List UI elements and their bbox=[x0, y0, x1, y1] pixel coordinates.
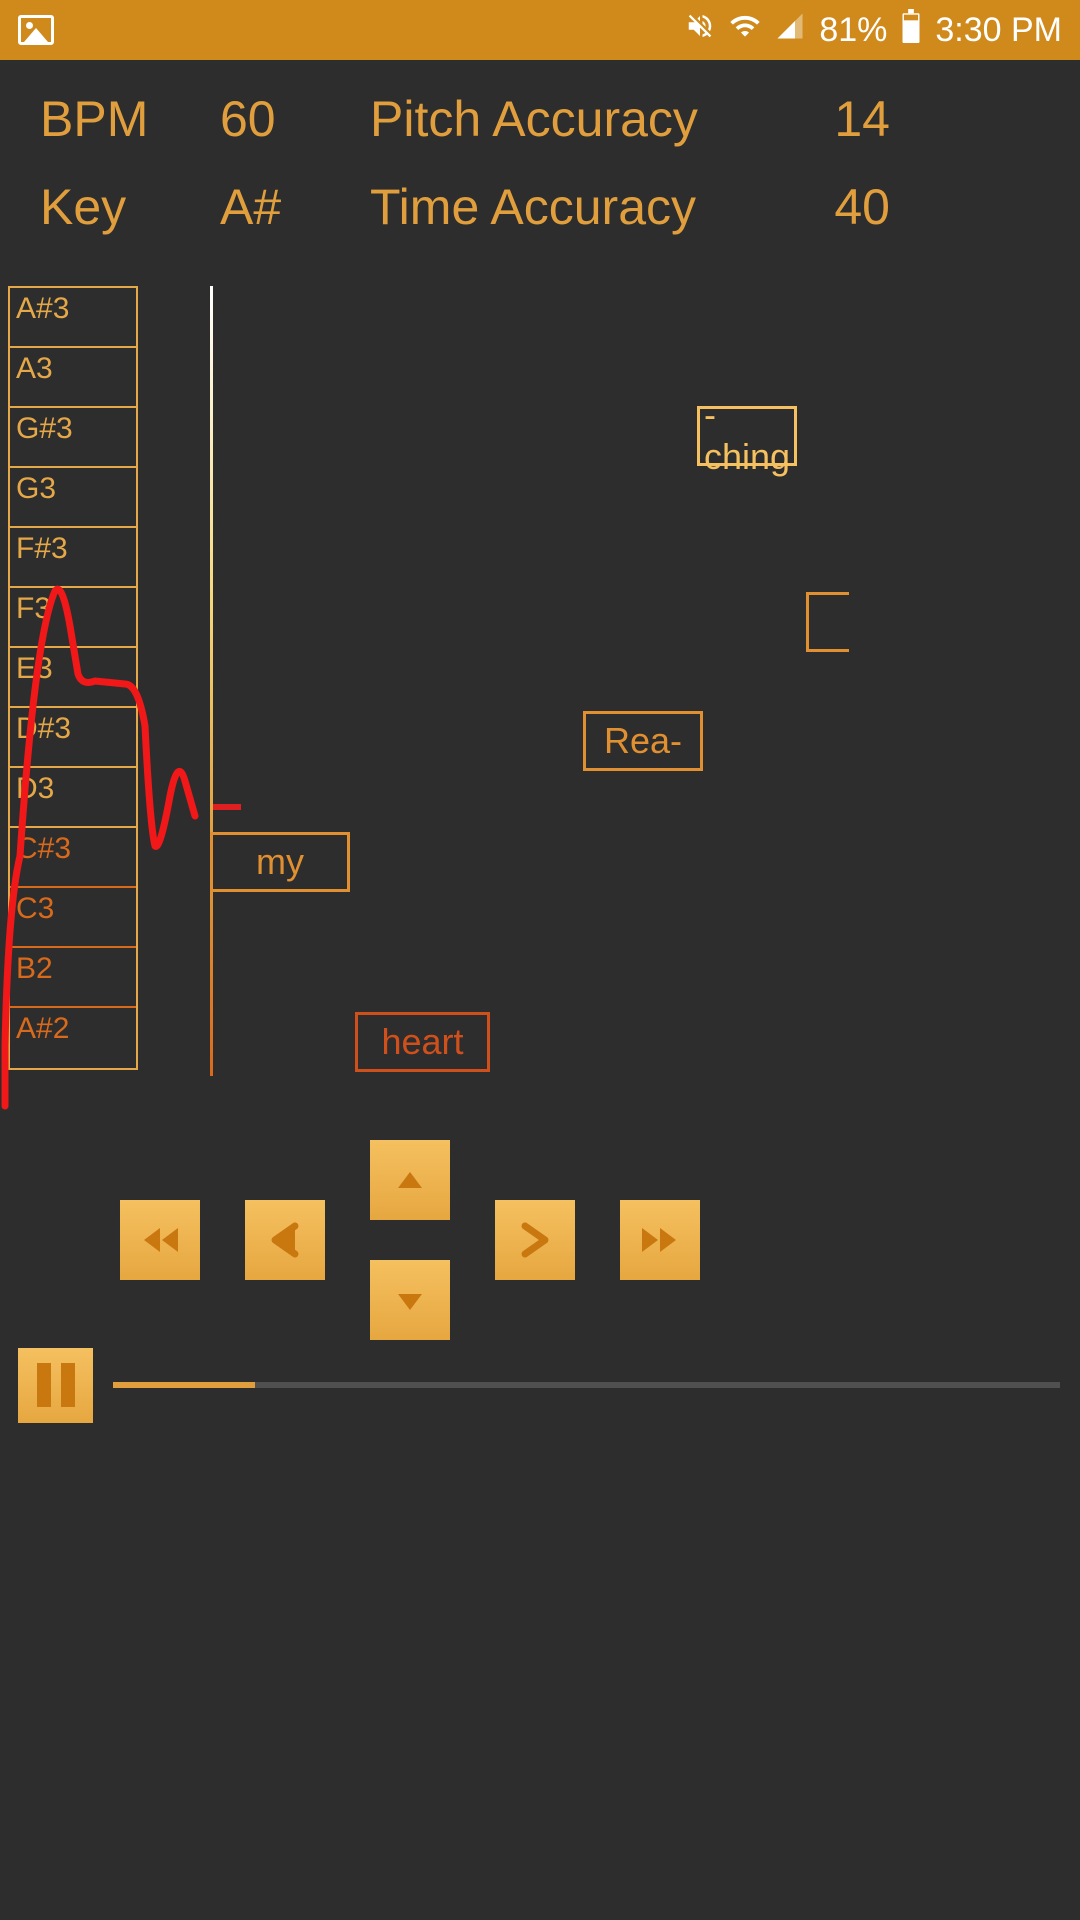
bpm-label: BPM bbox=[40, 90, 220, 148]
rewind-button[interactable] bbox=[120, 1200, 200, 1280]
mute-icon bbox=[685, 11, 715, 50]
lyric-box bbox=[806, 592, 849, 652]
note-cell: A#2 bbox=[10, 1008, 136, 1068]
next-button[interactable] bbox=[495, 1200, 575, 1280]
progress-slider[interactable] bbox=[113, 1382, 1060, 1388]
up-button[interactable] bbox=[370, 1140, 450, 1220]
signal-icon bbox=[775, 11, 805, 50]
status-bar: 81% 3:30 PM bbox=[0, 0, 1080, 60]
note-cell: C#3 bbox=[10, 828, 136, 888]
key-label: Key bbox=[40, 178, 220, 236]
clock-time: 3:30 PM bbox=[935, 11, 1062, 50]
playback-bar bbox=[0, 1345, 1080, 1425]
dpad-controls bbox=[0, 1140, 1080, 1360]
lyric-box: heart bbox=[355, 1012, 490, 1072]
note-ladder: A#3 A3 G#3 G3 F#3 F3 E3 D#3 D3 C#3 C3 B2… bbox=[8, 286, 138, 1070]
note-cell: G#3 bbox=[10, 408, 136, 468]
down-button[interactable] bbox=[370, 1260, 450, 1340]
progress-fill bbox=[113, 1382, 255, 1388]
gallery-icon bbox=[18, 15, 54, 45]
stats-panel: BPM 60 Pitch Accuracy 14 Key A# Time Acc… bbox=[0, 60, 1080, 266]
lyric-box: Rea- bbox=[583, 711, 703, 771]
battery-pct: 81% bbox=[819, 11, 887, 50]
note-cell: F#3 bbox=[10, 528, 136, 588]
fast-forward-button[interactable] bbox=[620, 1200, 700, 1280]
lyric-box: -ching bbox=[697, 406, 797, 466]
pitch-accuracy-label: Pitch Accuracy bbox=[370, 90, 770, 148]
pitch-accuracy-value: 14 bbox=[770, 90, 890, 148]
prev-button[interactable] bbox=[245, 1200, 325, 1280]
lyric-box: my bbox=[210, 832, 350, 892]
note-cell: C3 bbox=[10, 888, 136, 948]
note-cell: F3 bbox=[10, 588, 136, 648]
pause-icon bbox=[37, 1363, 51, 1407]
note-cell: A3 bbox=[10, 348, 136, 408]
target-note-marker bbox=[213, 804, 241, 810]
note-cell: B2 bbox=[10, 948, 136, 1008]
time-accuracy-label: Time Accuracy bbox=[370, 178, 770, 236]
note-cell: D#3 bbox=[10, 708, 136, 768]
pause-icon bbox=[61, 1363, 75, 1407]
key-value: A# bbox=[220, 178, 370, 236]
note-cell: G3 bbox=[10, 468, 136, 528]
note-cell: A#3 bbox=[10, 288, 136, 348]
wifi-icon bbox=[729, 10, 761, 51]
time-accuracy-value: 40 bbox=[770, 178, 890, 236]
pitch-track[interactable]: A#3 A3 G#3 G3 F#3 F3 E3 D#3 D3 C#3 C3 B2… bbox=[0, 286, 1080, 1116]
note-cell: D3 bbox=[10, 768, 136, 828]
pause-button[interactable] bbox=[18, 1348, 93, 1423]
note-cell: E3 bbox=[10, 648, 136, 708]
battery-icon bbox=[901, 9, 921, 52]
bpm-value: 60 bbox=[220, 90, 370, 148]
playhead-cursor bbox=[210, 286, 213, 1076]
